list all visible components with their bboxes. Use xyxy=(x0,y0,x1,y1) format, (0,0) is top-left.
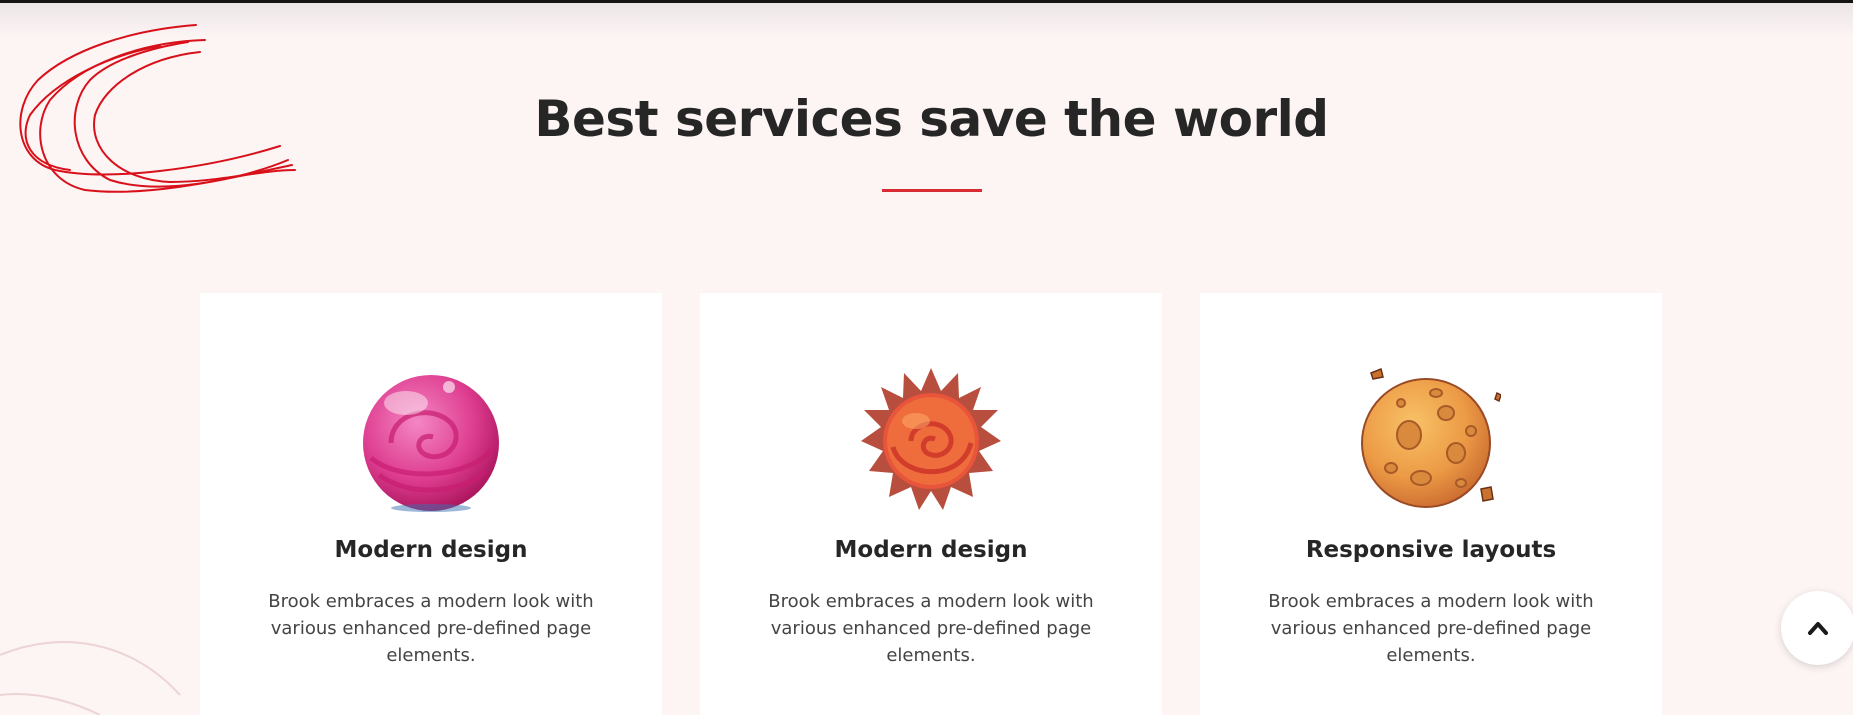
service-card: Modern design Brook embraces a modern lo… xyxy=(200,293,662,715)
card-title: Modern design xyxy=(334,537,528,563)
section-title: Best services save the world xyxy=(534,90,1329,148)
card-description: Brook embraces a modern look with variou… xyxy=(268,591,594,666)
sun-planet-icon xyxy=(861,368,1001,510)
pink-planet-icon xyxy=(363,375,499,512)
card-title: Modern design xyxy=(834,537,1028,563)
cratered-planet-icon xyxy=(1361,367,1501,508)
scroll-to-top-button[interactable] xyxy=(1781,591,1853,665)
service-card: Responsive layouts Brook embraces a mode… xyxy=(1200,293,1662,715)
card-description: Brook embraces a modern look with variou… xyxy=(1268,591,1594,666)
page: Best services save the world Modern desi… xyxy=(0,0,1853,715)
decorative-rings xyxy=(0,641,181,715)
card-title: Responsive layouts xyxy=(1305,537,1557,563)
chevron-up-icon xyxy=(1808,622,1828,635)
card-description: Brook embraces a modern look with variou… xyxy=(768,591,1094,666)
title-divider xyxy=(882,189,982,192)
service-card: Modern design Brook embraces a modern lo… xyxy=(700,293,1162,715)
